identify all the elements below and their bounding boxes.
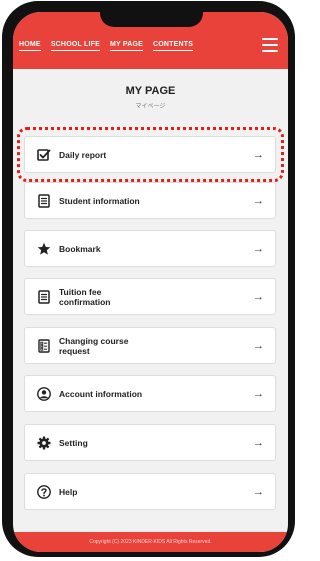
page-subtitle: マイページ [135,104,166,110]
arrow-right-icon: → [253,387,264,400]
menu-item-setting[interactable]: Setting → [24,424,276,461]
arrow-right-icon: → [253,148,264,161]
hamburger-menu-icon[interactable] [262,38,278,52]
phone-notch [100,1,203,27]
star-icon [37,242,51,256]
menu-item-label: Daily report [59,149,107,160]
menu-item-label: Account information [59,388,143,399]
menu-item-changing-course-request[interactable]: Changing course request → [24,327,276,364]
menu-item-label: Student information [59,195,140,206]
arrow-right-icon: → [253,194,264,207]
help-circle-icon [37,484,51,499]
menu-item-label: Tuition fee confirmation [59,286,111,307]
checkbox-icon [37,148,51,162]
menu-item-label: Setting [59,437,88,448]
gear-icon [37,436,51,450]
menu-item-label: Bookmark [59,243,101,254]
menu-item-help[interactable]: Help → [24,473,276,510]
menu-item-account-information[interactable]: Account information → [24,375,276,412]
user-circle-icon [37,386,51,401]
menu-item-label: Help [59,486,78,497]
footer: Copyright (C) 2023 KINDER-KIDS All Right… [13,532,288,552]
screen: HOME SCHOOL LIFE MY PAGE CONTENTS MY PAG… [13,12,288,552]
document-icon [37,289,51,304]
menu-item-bookmark[interactable]: Bookmark → [24,230,276,267]
menu-item-daily-report[interactable]: Daily report → [24,136,276,173]
checklist-icon [37,338,51,353]
nav-link-my-page[interactable]: MY PAGE [109,41,143,51]
document-icon [37,193,51,208]
nav-links: HOME SCHOOL LIFE MY PAGE CONTENTS [19,41,194,51]
page-title: MY PAGE [125,85,176,97]
nav-link-school-life[interactable]: SCHOOL LIFE [50,41,100,51]
footer-copyright: Copyright (C) 2023 KINDER-KIDS All Right… [89,539,212,545]
menu-item-tuition-fee-confirmation[interactable]: Tuition fee confirmation → [24,278,276,315]
arrow-right-icon: → [253,436,264,449]
nav-link-home[interactable]: HOME [19,41,41,51]
menu-item-student-information[interactable]: Student information → [24,182,276,219]
phone-frame: HOME SCHOOL LIFE MY PAGE CONTENTS MY PAG… [2,1,295,557]
arrow-right-icon: → [253,485,264,498]
arrow-right-icon: → [253,339,264,352]
menu-item-label: Changing course request [59,335,129,356]
nav-link-contents[interactable]: CONTENTS [153,41,194,51]
arrow-right-icon: → [253,242,264,255]
arrow-right-icon: → [253,290,264,303]
